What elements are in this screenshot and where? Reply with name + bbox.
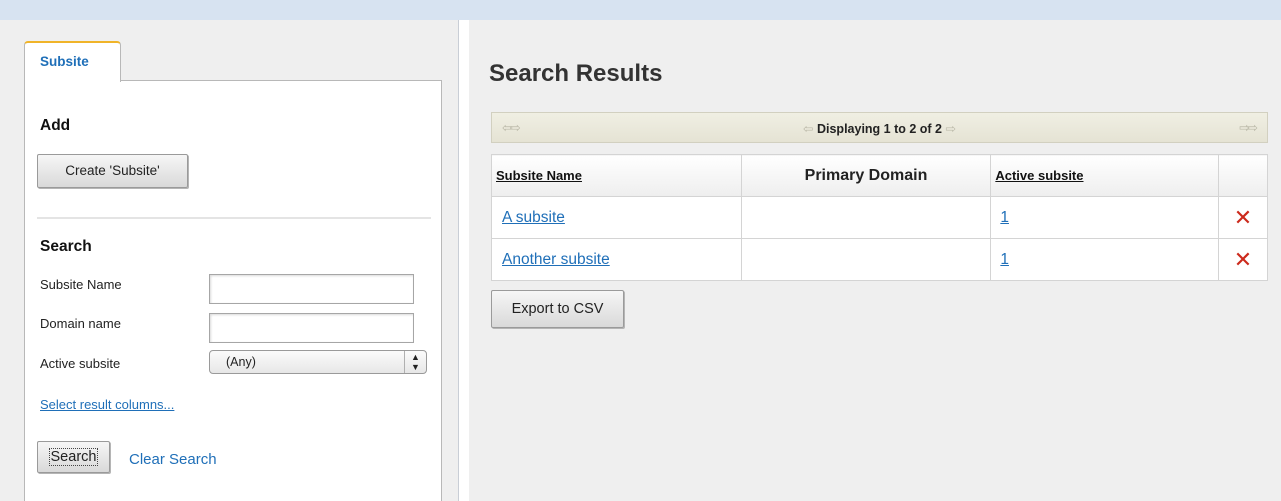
export-csv-button[interactable]: Export to CSV [491,290,624,328]
subsite-panel: Add Create 'Subsite' Search Subsite Name… [24,80,442,501]
domain-name-input[interactable] [209,313,414,343]
subsite-name-input[interactable] [209,274,414,304]
primary-domain-cell [740,238,992,281]
table-row: A subsite 1 ✕ [491,196,1268,239]
section-divider [37,217,431,219]
pagination-bar: ⇦ ⇨ ⇦ Displaying 1 to 2 of 2 ⇨ ⇨⇨ [491,112,1268,143]
results-pane: Search Results ⇦ ⇨ ⇦ Displaying 1 to 2 of… [469,20,1281,501]
active-subsite-cell: 1 [990,196,1220,239]
search-section-title: Search [40,238,92,255]
prev-page-icon[interactable]: ⇦ [803,122,813,136]
active-subsite-cell: 1 [990,238,1220,281]
column-header-active-subsite[interactable]: Active subsite [990,154,1220,197]
primary-domain-cell [740,196,992,239]
active-subsite-label: Active subsite [40,356,121,371]
tab-subsite[interactable]: Subsite [24,41,121,82]
page-title: Search Results [489,60,663,87]
top-strip [0,0,1281,20]
search-sidebar: Subsite Add Create 'Subsite' Search Subs… [0,20,459,501]
table-header-row: Subsite Name Primary Domain Active subsi… [491,154,1268,197]
active-subsite-select[interactable]: (Any) ▲ ▼ [209,350,427,374]
subsite-name-label: Subsite Name [40,277,122,292]
pager-center: ⇦ Displaying 1 to 2 of 2 ⇨ [492,121,1267,136]
column-header-primary-domain: Primary Domain [740,154,992,197]
subsite-name-cell: A subsite [491,196,742,239]
pager-status-text: Displaying 1 to 2 of 2 [816,122,943,136]
select-result-columns-link[interactable]: Select result columns... [40,397,174,412]
active-subsite-link[interactable]: 1 [1000,209,1009,226]
column-header-subsite-name[interactable]: Subsite Name [491,154,742,197]
column-header-actions [1218,154,1268,197]
subsite-name-link[interactable]: Another subsite [502,251,610,268]
domain-name-label: Domain name [40,316,121,331]
active-subsite-select-value: (Any) [226,355,256,369]
active-subsite-link[interactable]: 1 [1000,251,1009,268]
results-table: Subsite Name Primary Domain Active subsi… [491,154,1268,281]
subsite-name-sort-link[interactable]: Subsite Name [496,168,582,183]
clear-search-link[interactable]: Clear Search [129,451,217,468]
add-section-title: Add [40,117,71,134]
search-button-label: Search [48,448,99,466]
delete-icon[interactable]: ✕ [1218,196,1268,239]
subsite-name-link[interactable]: A subsite [502,209,565,226]
next-page-icon[interactable]: ⇨ [946,122,956,136]
table-row: Another subsite 1 ✕ [491,238,1268,281]
delete-icon[interactable]: ✕ [1218,238,1268,281]
create-subsite-button[interactable]: Create 'Subsite' [37,154,188,188]
last-page-icon[interactable]: ⇨⇨ [1239,120,1258,136]
active-subsite-sort-link[interactable]: Active subsite [995,168,1083,183]
subsite-name-cell: Another subsite [491,238,742,281]
search-button[interactable]: Search [37,441,110,473]
select-arrows-icon: ▲ ▼ [404,351,426,373]
